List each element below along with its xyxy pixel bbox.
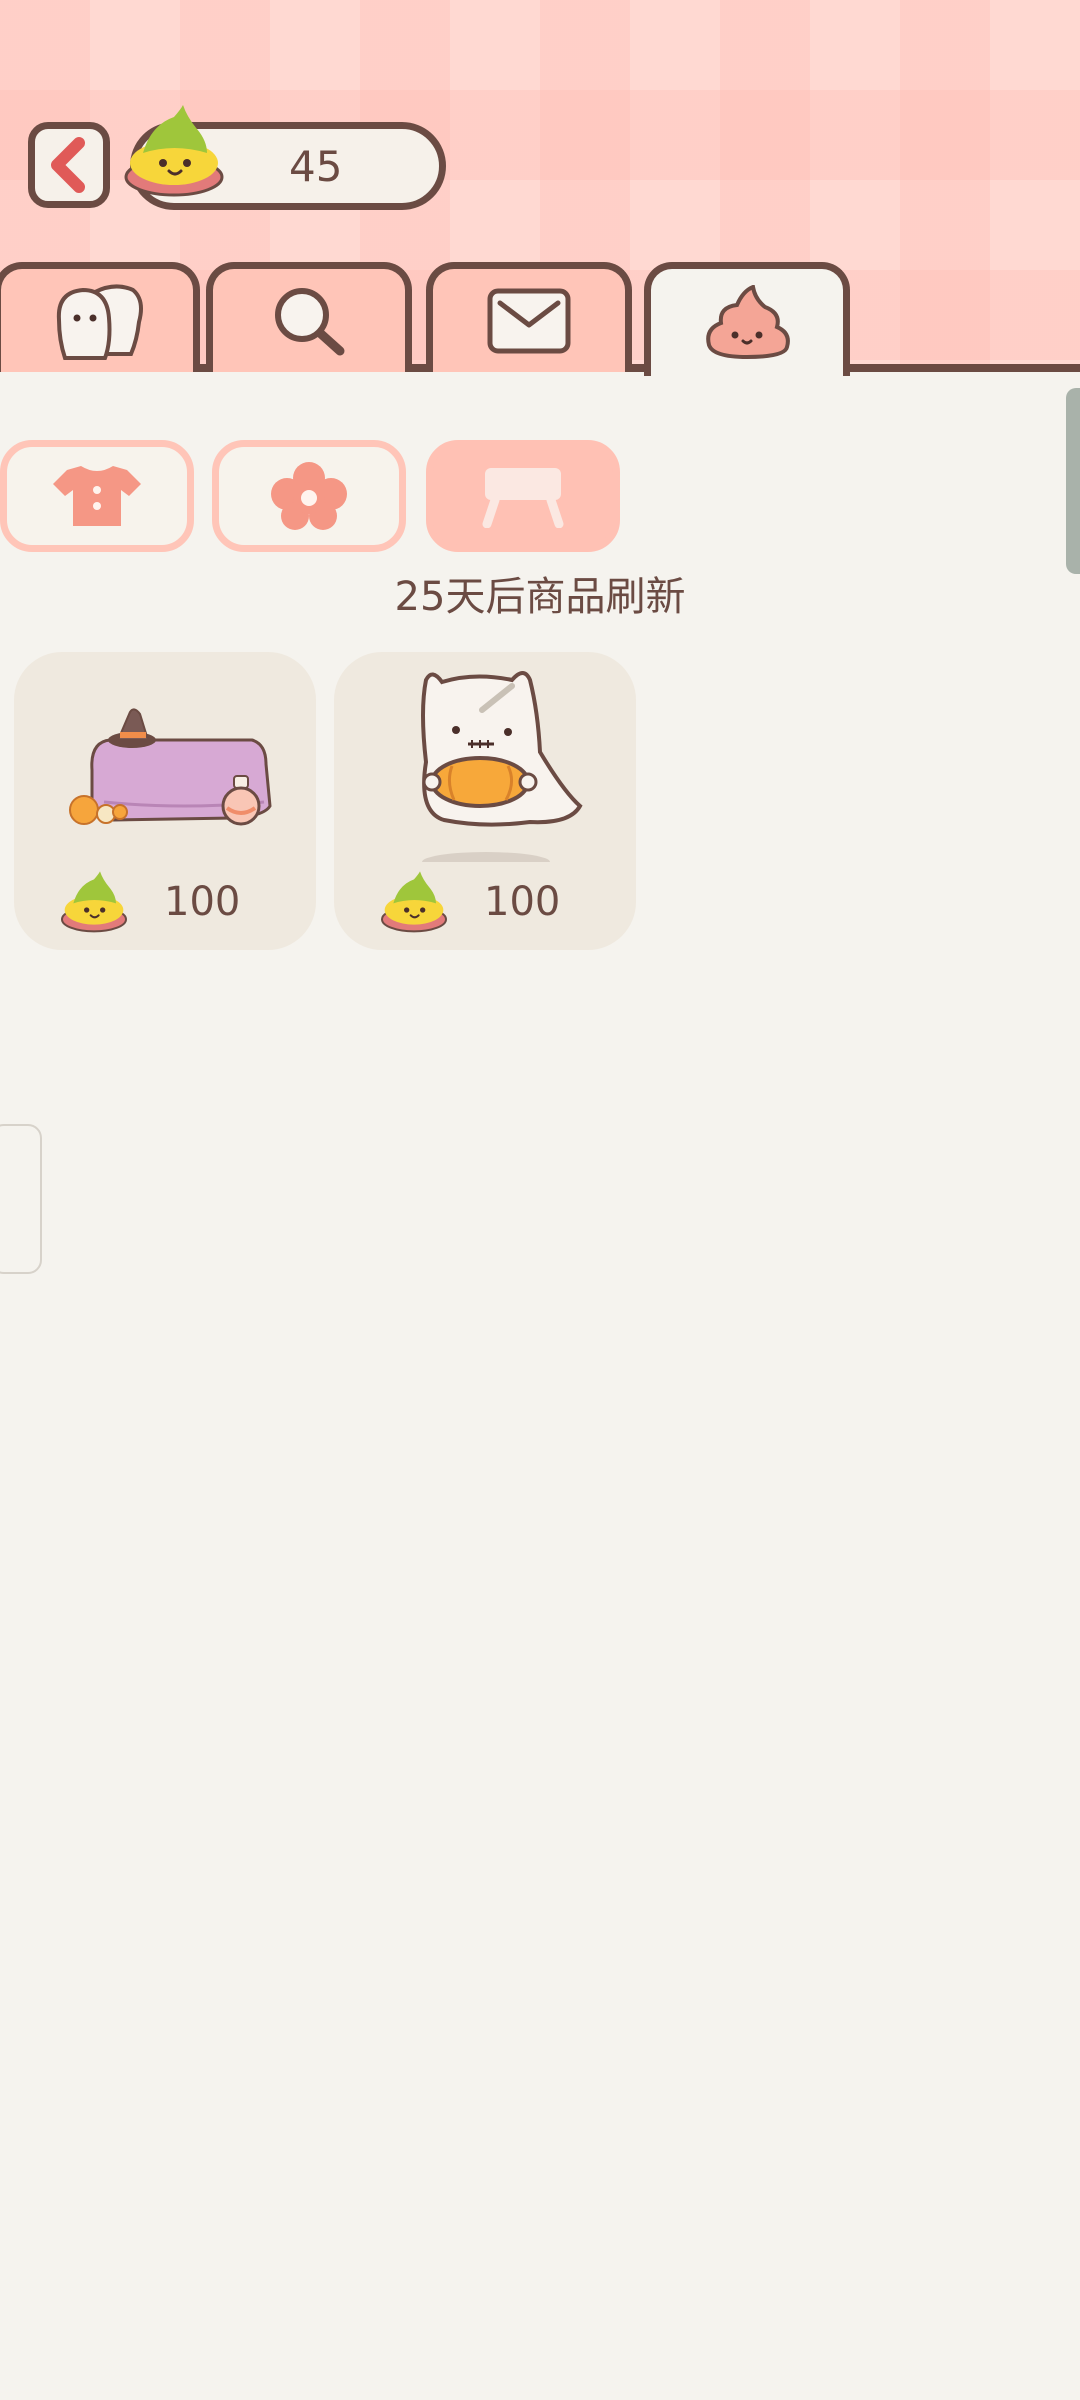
rainbow-poop-coin-icon bbox=[124, 105, 224, 197]
table-icon bbox=[482, 468, 564, 528]
category-furniture-button[interactable] bbox=[426, 440, 620, 552]
flower-icon bbox=[271, 462, 347, 530]
currency-display: 45 bbox=[124, 105, 446, 210]
shirt-icon bbox=[53, 466, 141, 526]
right-drawer-handle[interactable] bbox=[1066, 388, 1080, 574]
left-drawer-handle[interactable] bbox=[0, 1124, 42, 1274]
tab-mail[interactable] bbox=[426, 262, 632, 372]
currency-amount: 45 bbox=[289, 141, 343, 191]
rainbow-poop-coin-icon bbox=[381, 871, 447, 933]
tab-shop[interactable] bbox=[644, 262, 850, 376]
tab-search[interactable] bbox=[206, 262, 412, 372]
item-price: 100 bbox=[164, 879, 241, 925]
ghost-cat-pumpkin-icon bbox=[421, 671, 583, 862]
magnifier-icon bbox=[275, 287, 345, 355]
shop-item-card[interactable]: 100 bbox=[14, 652, 316, 950]
chevron-left-icon bbox=[51, 137, 85, 193]
item-price: 100 bbox=[484, 879, 561, 925]
envelope-icon bbox=[487, 288, 571, 353]
ghost-friends-icon bbox=[56, 284, 143, 360]
back-button[interactable] bbox=[28, 122, 110, 208]
tab-friends[interactable] bbox=[0, 262, 200, 372]
shop-item-card[interactable]: 100 bbox=[334, 652, 636, 950]
refresh-countdown-text: 25天后商品刷新 bbox=[394, 574, 686, 620]
price-row: 100 bbox=[378, 870, 560, 934]
category-clothes-button[interactable] bbox=[0, 440, 194, 552]
pink-poop-icon bbox=[706, 284, 790, 359]
category-flower-button[interactable] bbox=[212, 440, 406, 552]
purple-table-with-witch-hat-icon bbox=[69, 708, 272, 826]
rainbow-poop-coin-icon bbox=[61, 871, 127, 933]
price-row: 100 bbox=[58, 870, 240, 934]
